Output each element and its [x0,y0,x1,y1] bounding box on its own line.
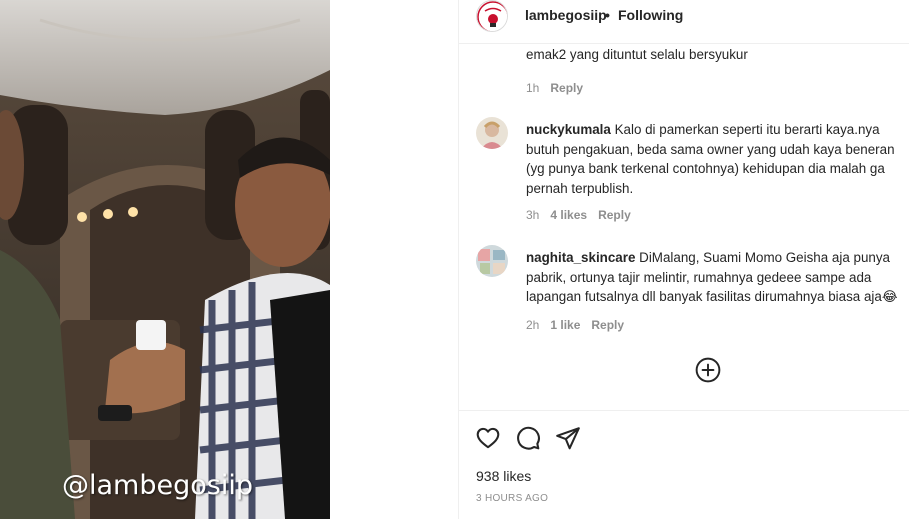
plus-circle-icon [695,357,721,383]
share-icon [556,427,580,450]
comment-likes[interactable]: 1 like [550,318,580,332]
share-button[interactable] [555,425,581,451]
header-separator: • [605,7,610,23]
post-header: lambegosiip • Following [459,0,909,44]
comment-button[interactable] [515,425,541,451]
heart-icon [476,427,500,449]
post-actions: 938 likes 3 HOURS AGO [459,410,909,519]
media-watermark: @lambegosiip [62,470,253,501]
comment-username[interactable]: naghita_skincare [526,250,635,265]
likes-count[interactable]: 938 likes [476,468,531,484]
user-avatar-image [476,245,508,277]
like-button[interactable] [475,425,501,451]
comments-list[interactable]: emak2 yang dituntut selalu bersyukur 1h … [459,44,909,410]
reply-button[interactable]: Reply [550,81,583,95]
comment-time[interactable]: 3h [526,208,539,222]
comment-meta: 3h 4 likes Reply [526,208,642,222]
comment-time[interactable]: 2h [526,318,539,332]
user-avatar-image [476,117,508,149]
comment-meta: 2h 1 like Reply [526,318,635,332]
post-side-panel: lambegosiip • Following emak2 yang ditun… [458,0,909,519]
reply-button[interactable]: Reply [591,318,624,332]
reply-button[interactable]: Reply [598,208,631,222]
comment-time[interactable]: 1h [526,81,539,95]
comment-icon [517,426,540,450]
comment-body: naghita_skincare DiMalang, Suami Momo Ge… [526,248,908,307]
load-more-comments-button[interactable] [695,357,721,383]
comment-text: emak2 yang dituntut selalu bersyukur [526,47,748,62]
post-timestamp[interactable]: 3 HOURS AGO [476,493,548,504]
video-frame-illustration [0,0,330,519]
account-avatar[interactable] [476,0,508,32]
comment-likes[interactable]: 4 likes [550,208,587,222]
account-logo-icon [477,1,507,31]
comment-username[interactable]: nuckykumala [526,122,611,137]
following-button[interactable]: Following [618,7,683,23]
avatar[interactable] [476,117,508,149]
comment-meta: 1h Reply [526,81,594,95]
spacer [330,0,458,519]
avatar[interactable] [476,245,508,277]
post-media[interactable]: @lambegosiip [0,0,330,519]
account-username[interactable]: lambegosiip [525,7,607,23]
comment-body: nuckykumala Kalo di pamerkan seperti itu… [526,120,908,198]
